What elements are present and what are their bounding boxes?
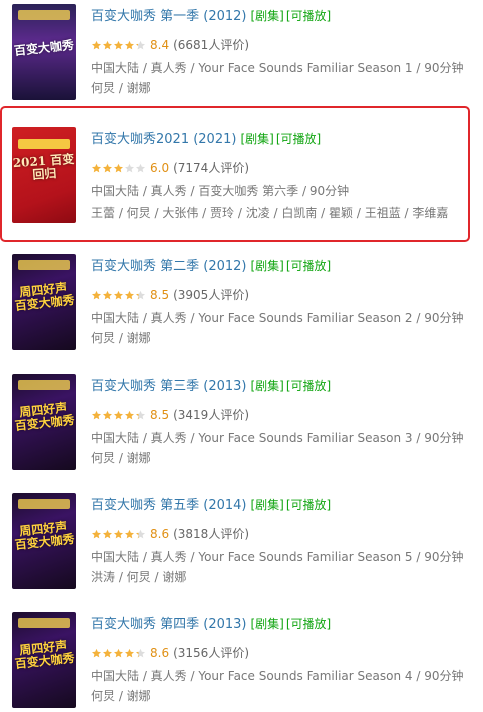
cast-list: 何炅 / 谢娜: [91, 81, 151, 95]
rating-stars: [91, 410, 146, 421]
rating-line: 8.5 (3419人评价): [91, 408, 249, 422]
playable-tag[interactable]: [可播放]: [286, 9, 331, 23]
rating-votes[interactable]: (6681人评价): [173, 38, 249, 52]
star-icon: [124, 648, 135, 659]
rating-stars: [91, 290, 146, 301]
episodes-tag[interactable]: [剧集]: [251, 617, 284, 631]
star-icon: [102, 529, 113, 540]
star-icon: [135, 290, 146, 301]
playable-tag[interactable]: [可播放]: [286, 617, 331, 631]
meta-info: 中国大陆 / 真人秀 / Your Face Sounds Familiar S…: [91, 431, 464, 445]
star-icon: [135, 410, 146, 421]
star-icon: [91, 290, 102, 301]
poster-image[interactable]: 周四好声 百变大咖秀: [12, 254, 76, 350]
cast-list: 洪涛 / 何炅 / 谢娜: [91, 570, 187, 584]
poster-image[interactable]: 百变大咖秀: [12, 4, 76, 100]
playable-tag[interactable]: [可播放]: [286, 379, 331, 393]
rating-score: 8.4: [150, 38, 170, 52]
star-icon: [91, 529, 102, 540]
meta-info: 中国大陆 / 真人秀 / Your Face Sounds Familiar S…: [91, 61, 464, 75]
meta-info: 中国大陆 / 真人秀 / Your Face Sounds Familiar S…: [91, 311, 464, 325]
rating-line: 8.4 (6681人评价): [91, 38, 249, 52]
rating-votes[interactable]: (3419人评价): [173, 408, 249, 422]
playable-tag[interactable]: [可播放]: [286, 498, 331, 512]
star-icon: [102, 648, 113, 659]
star-icon: [113, 290, 124, 301]
rating-stars: [91, 40, 146, 51]
title-link[interactable]: 百变大咖秀 第四季 (2013): [91, 617, 247, 632]
title-line: 百变大咖秀 第四季 (2013) [剧集] [可播放]: [91, 616, 331, 633]
poster-image[interactable]: 周四好声 百变大咖秀: [12, 493, 76, 589]
result-item: 百变大咖秀 百变大咖秀 第一季 (2012) [剧集] [可播放] 8.4 (6681人评…: [0, 4, 483, 104]
rating-stars: [91, 648, 146, 659]
result-item: 周四好声 百变大咖秀 百变大咖秀 第五季 (2014) [剧集] [可播放] 8.6 (3…: [0, 493, 483, 593]
title-link[interactable]: 百变大咖秀 第三季 (2013): [91, 379, 247, 394]
rating-votes[interactable]: (3818人评价): [173, 527, 249, 541]
title-line: 百变大咖秀 第三季 (2013) [剧集] [可播放]: [91, 378, 331, 395]
rating-score: 8.5: [150, 288, 170, 302]
rating-line: 8.6 (3156人评价): [91, 646, 249, 660]
cast-list: 何炅 / 谢娜: [91, 689, 151, 703]
cast-list: 何炅 / 谢娜: [91, 451, 151, 465]
star-icon: [102, 410, 113, 421]
title-link[interactable]: 百变大咖秀 第一季 (2012): [91, 9, 247, 24]
star-icon: [102, 40, 113, 51]
meta-info: 中国大陆 / 真人秀 / Your Face Sounds Familiar S…: [91, 669, 464, 683]
episodes-tag[interactable]: [剧集]: [251, 9, 284, 23]
poster-image[interactable]: 周四好声 百变大咖秀: [12, 612, 76, 708]
star-icon: [102, 290, 113, 301]
result-item: 周四好声 百变大咖秀 百变大咖秀 第二季 (2012) [剧集] [可播放] 8.5 (3…: [0, 254, 483, 354]
star-icon: [113, 648, 124, 659]
poster-text: 周四好声 百变大咖秀: [14, 400, 76, 434]
star-icon: [124, 290, 135, 301]
poster-text: 周四好声 百变大咖秀: [14, 638, 76, 672]
episodes-tag[interactable]: [剧集]: [251, 379, 284, 393]
poster-text: 百变大咖秀: [13, 37, 75, 59]
result-item: 周四好声 百变大咖秀 百变大咖秀 第三季 (2013) [剧集] [可播放] 8.5 (3…: [0, 374, 483, 474]
rating-score: 8.6: [150, 527, 170, 541]
title-link[interactable]: 百变大咖秀 第二季 (2012): [91, 259, 247, 274]
highlight-box: [0, 106, 470, 242]
star-icon: [113, 529, 124, 540]
star-icon: [135, 40, 146, 51]
poster-text: 周四好声 百变大咖秀: [14, 280, 76, 314]
star-icon: [91, 410, 102, 421]
cast-list: 何炅 / 谢娜: [91, 331, 151, 345]
star-icon: [124, 40, 135, 51]
meta-info: 中国大陆 / 真人秀 / Your Face Sounds Familiar S…: [91, 550, 464, 564]
playable-tag[interactable]: [可播放]: [286, 259, 331, 273]
star-icon: [124, 529, 135, 540]
star-icon: [135, 529, 146, 540]
star-icon: [135, 648, 146, 659]
result-item: 周四好声 百变大咖秀 百变大咖秀 第四季 (2013) [剧集] [可播放] 8.6 (3…: [0, 612, 483, 712]
star-icon: [124, 410, 135, 421]
star-icon: [91, 648, 102, 659]
title-line: 百变大咖秀 第五季 (2014) [剧集] [可播放]: [91, 497, 331, 514]
rating-votes[interactable]: (3905人评价): [173, 288, 249, 302]
star-icon: [113, 410, 124, 421]
episodes-tag[interactable]: [剧集]: [251, 259, 284, 273]
rating-votes[interactable]: (3156人评价): [173, 646, 249, 660]
poster-text: 周四好声 百变大咖秀: [14, 519, 76, 553]
star-icon: [91, 40, 102, 51]
rating-score: 8.5: [150, 408, 170, 422]
rating-line: 8.6 (3818人评价): [91, 527, 249, 541]
rating-stars: [91, 529, 146, 540]
title-line: 百变大咖秀 第二季 (2012) [剧集] [可播放]: [91, 258, 331, 275]
title-link[interactable]: 百变大咖秀 第五季 (2014): [91, 498, 247, 513]
star-icon: [113, 40, 124, 51]
poster-image[interactable]: 周四好声 百变大咖秀: [12, 374, 76, 470]
episodes-tag[interactable]: [剧集]: [251, 498, 284, 512]
title-line: 百变大咖秀 第一季 (2012) [剧集] [可播放]: [91, 8, 331, 25]
rating-score: 8.6: [150, 646, 170, 660]
rating-line: 8.5 (3905人评价): [91, 288, 249, 302]
